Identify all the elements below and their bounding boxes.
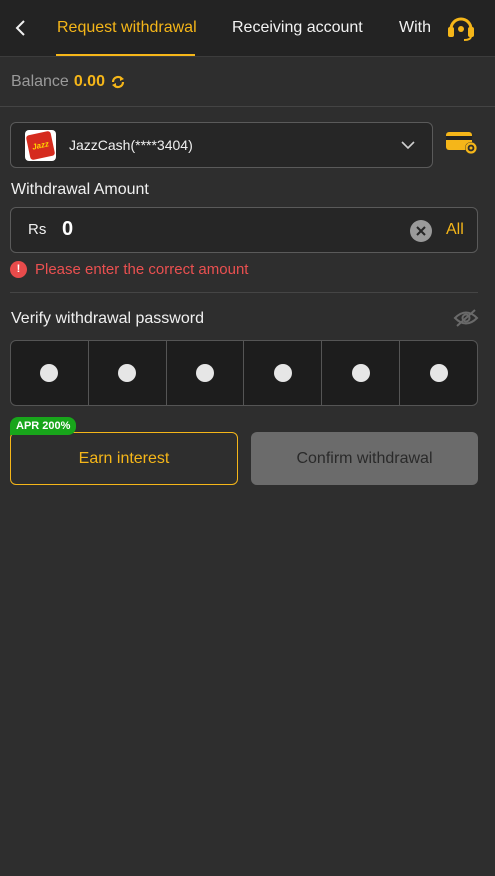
withdrawal-amount-label: Withdrawal Amount	[11, 181, 149, 198]
jazzcash-logo: Jazz	[25, 129, 56, 161]
clear-icon	[416, 226, 426, 236]
tab-request-withdrawal[interactable]: Request withdrawal	[57, 0, 197, 57]
all-amount-button[interactable]: All	[446, 221, 464, 239]
refresh-icon[interactable]	[110, 74, 126, 90]
pin-digit-3[interactable]	[167, 341, 245, 405]
active-tab-indicator	[56, 54, 195, 56]
divider	[10, 292, 478, 293]
confirm-withdrawal-button[interactable]: Confirm withdrawal	[251, 432, 478, 485]
pin-digit-2[interactable]	[89, 341, 167, 405]
currency-symbol: Rs	[28, 221, 47, 238]
pin-dot	[40, 364, 59, 382]
pin-dot	[273, 364, 292, 382]
amount-field: Rs All	[10, 207, 478, 253]
pin-dot	[351, 364, 370, 382]
chevron-left-icon	[15, 20, 25, 36]
tab-receiving-account[interactable]: Receiving account	[232, 0, 363, 57]
back-button[interactable]	[8, 14, 32, 42]
clear-amount-button[interactable]	[410, 220, 432, 242]
amount-error-message: ! Please enter the correct amount	[10, 259, 248, 279]
amount-input[interactable]	[62, 218, 362, 241]
card-settings-button[interactable]	[445, 130, 479, 156]
pin-digit-6[interactable]	[400, 341, 477, 405]
toggle-password-visibility-button[interactable]	[453, 307, 479, 329]
account-select[interactable]: Jazz JazzCash(****3404)	[10, 122, 433, 168]
tab-withdrawal-records[interactable]: With	[399, 0, 431, 57]
password-pin-input[interactable]	[10, 340, 478, 406]
account-name: JazzCash(****3404)	[69, 137, 193, 153]
balance-label: Balance	[11, 73, 69, 90]
headset-icon	[448, 17, 474, 41]
password-label: Verify withdrawal password	[11, 310, 204, 327]
pin-digit-1[interactable]	[11, 341, 89, 405]
error-icon: !	[10, 260, 27, 278]
top-navigation-bar: Request withdrawal Receiving account Wit…	[0, 0, 495, 57]
apr-badge: APR 200%	[10, 417, 77, 435]
pin-digit-5[interactable]	[322, 341, 401, 405]
earn-interest-button[interactable]: Earn interest	[10, 432, 238, 485]
pin-dot	[429, 364, 448, 382]
pin-dot	[118, 364, 137, 382]
pin-digit-4[interactable]	[244, 341, 323, 405]
chevron-down-icon	[401, 141, 415, 150]
eye-off-icon	[453, 309, 479, 327]
balance-value: 0.00	[73, 73, 105, 90]
customer-support-button[interactable]	[445, 12, 477, 44]
jazzcash-logo-mark: Jazz	[25, 130, 56, 160]
card-settings-icon	[446, 132, 477, 154]
balance-row: Balance 0.00	[0, 58, 495, 107]
pin-dot	[196, 364, 215, 382]
error-text: Please enter the correct amount	[35, 260, 249, 278]
